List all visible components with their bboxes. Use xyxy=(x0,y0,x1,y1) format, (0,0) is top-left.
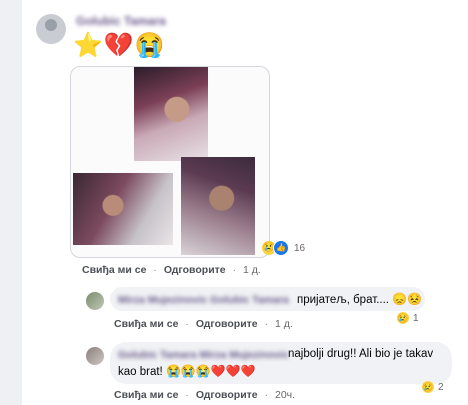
separator: · xyxy=(185,389,189,401)
photo-2[interactable] xyxy=(73,173,173,245)
reply-button[interactable]: Одговорите xyxy=(196,318,258,330)
sad-face-icon: 😢 xyxy=(397,312,409,324)
separator: · xyxy=(185,318,189,330)
reaction-count: 16 xyxy=(294,242,306,254)
timestamp[interactable]: 20ч. xyxy=(275,389,295,401)
photo-3[interactable] xyxy=(181,157,255,255)
reply-text-line-1: najbolji drug!! Ali bio je takav xyxy=(288,348,434,360)
avatar[interactable] xyxy=(36,14,66,44)
reply-bubble: Golubic Tamara Mirza Mujezinovic najbolj… xyxy=(110,342,452,384)
photo-collage[interactable] xyxy=(70,66,270,258)
like-button[interactable]: Свиђа ми се xyxy=(114,318,178,330)
reply-text-line-2: kao brat! xyxy=(118,366,163,378)
reply-reaction-count: 1 xyxy=(413,312,419,324)
reply-actions: Свиђа ми се · Одговорите · 1 д. xyxy=(114,318,297,330)
separator: · xyxy=(232,264,237,276)
reply-reaction-summary[interactable]: 😢 1 xyxy=(397,312,419,324)
comment-emoji-text: ⭐💔😭 xyxy=(73,32,166,59)
reaction-summary[interactable]: 😢 👍 16 xyxy=(262,240,305,256)
reply-emojis: 😞😣 xyxy=(392,292,423,306)
reply-reaction-count: 2 xyxy=(438,381,444,393)
reply-text-line-2-container: kao brat! 😭😭😭❤️❤️❤️ xyxy=(118,363,256,380)
reply-emojis: 😭😭😭❤️❤️❤️ xyxy=(165,364,256,378)
reply-author-name[interactable]: Mirza Mujezinovic Golubic Tamara xyxy=(118,292,289,308)
reply-avatar[interactable] xyxy=(86,347,104,365)
sad-face-icon: 😢 xyxy=(422,381,434,393)
separator: · xyxy=(264,318,269,330)
reply-bubble: Mirza Mujezinovic Golubic Tamara пријате… xyxy=(110,287,425,311)
timestamp[interactable]: 1 д. xyxy=(275,318,293,330)
reply-avatar[interactable] xyxy=(86,292,104,310)
reply-text-container: пријатељ, брат.... 😞😣 xyxy=(297,291,422,308)
separator: · xyxy=(153,264,157,276)
reply-button[interactable]: Одговорите xyxy=(196,389,258,401)
separator: · xyxy=(264,389,269,401)
like-icon: 👍 xyxy=(273,240,289,256)
reply-actions: Свиђа ми се · Одговорите · 20ч. xyxy=(114,389,299,401)
reply-button[interactable]: Одговорите xyxy=(164,264,226,276)
reply-author-name[interactable]: Golubic Tamara Mirza Mujezinovic xyxy=(118,347,289,363)
reply-reaction-summary[interactable]: 😢 2 xyxy=(422,381,444,393)
comment-actions: Свиђа ми се · Одговорите · 1 д. xyxy=(82,264,265,276)
photo-1[interactable] xyxy=(134,67,208,161)
comment-author-name[interactable]: Golubic Tamara xyxy=(76,14,166,28)
like-button[interactable]: Свиђа ми се xyxy=(114,389,178,401)
reply-text: пријатељ, брат.... xyxy=(297,294,389,306)
timestamp[interactable]: 1 д. xyxy=(243,264,261,276)
like-button[interactable]: Свиђа ми се xyxy=(82,264,146,276)
